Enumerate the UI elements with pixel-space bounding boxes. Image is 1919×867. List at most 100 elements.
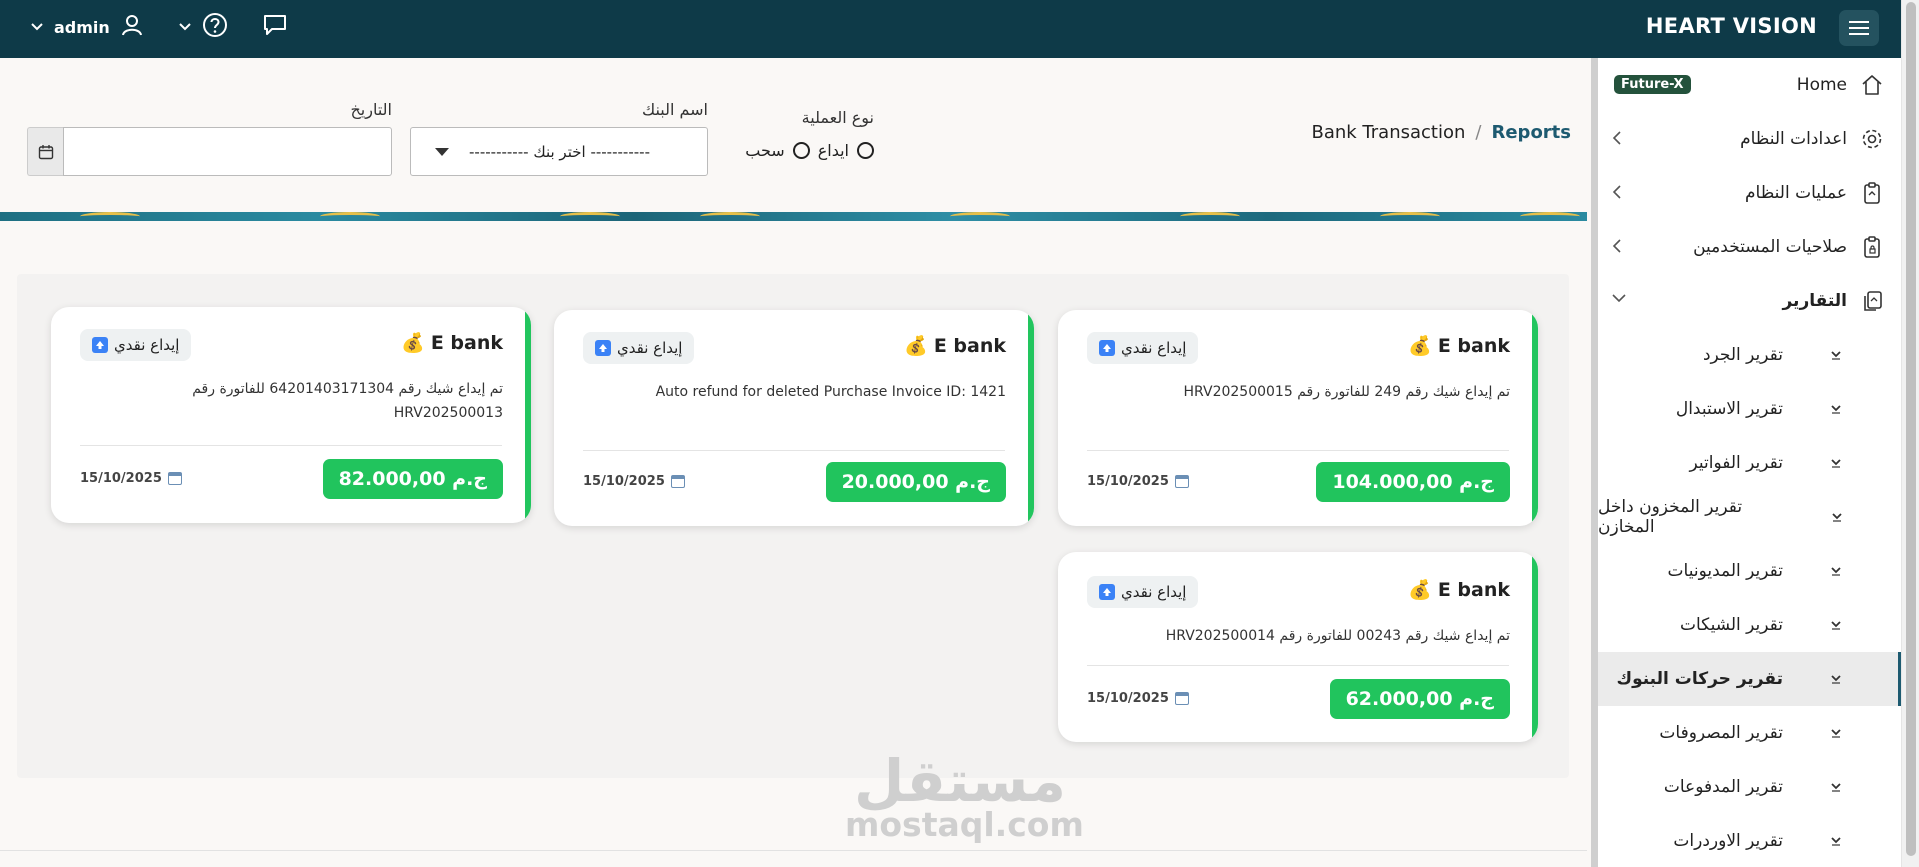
sidebar-item-label: Home (1796, 75, 1847, 95)
sidebar-item-user-permissions[interactable]: صلاحيات المستخدمين (1598, 220, 1901, 274)
sidebar-item-label: تقرير المصروفات (1659, 723, 1783, 743)
transaction-amount: 82.000,00 ج.م (322, 459, 503, 499)
copy-documents-icon (1859, 288, 1885, 314)
chevron-left-icon (1610, 183, 1624, 205)
date-filter (27, 127, 392, 176)
withdraw-radio[interactable] (792, 141, 810, 159)
sidebar-item-payments-report[interactable]: تقرير المدفوعات (1598, 760, 1901, 814)
hamburger-icon (1849, 21, 1869, 35)
sidebar-item-reports[interactable]: التقارير (1598, 274, 1901, 328)
transaction-description: Auto refund for deleted Purchase Invoice… (655, 384, 1006, 400)
chevron-down-icon (1827, 774, 1845, 800)
card-accent-bar (1028, 310, 1034, 526)
menu-toggle-button[interactable] (1839, 10, 1879, 46)
bank-select[interactable]: ----------- اختر بنك ----------- (410, 127, 708, 176)
calendar-button[interactable] (27, 127, 63, 176)
sidebar-item-home[interactable]: Future-X Home (1598, 58, 1901, 112)
bank-name: 💰 E bank (1408, 334, 1510, 358)
card-divider (1087, 450, 1509, 451)
sidebar-item-label: عمليات النظام (1745, 183, 1847, 203)
sidebar-item-debts-report[interactable]: تقرير المديونيات (1598, 544, 1901, 598)
deposit-label: ايداع (817, 140, 849, 160)
chevron-left-icon (1610, 237, 1624, 259)
transaction-type-tag: إيداع نقدي (1087, 576, 1199, 608)
transaction-date: 15/10/2025 (1087, 474, 1189, 489)
transaction-card[interactable]: إيداع نقدي 💰 E bank تم إيداع شيك رقم 002… (1058, 552, 1538, 742)
transaction-card[interactable]: إيداع نقدي 💰 E bank Auto refund for dele… (554, 310, 1034, 526)
user-name[interactable]: admin (54, 18, 110, 37)
calendar-icon (1174, 692, 1189, 705)
decorative-banner (0, 212, 1587, 221)
sidebar-item-label: تقرير المديونيات (1667, 561, 1783, 581)
calendar-icon (167, 472, 182, 485)
deposit-arrow-icon (595, 340, 611, 356)
calendar-icon (670, 475, 685, 488)
page-scrollbar[interactable] (1901, 0, 1919, 867)
deposit-arrow-icon (1099, 584, 1115, 600)
operation-type-label: نوع العملية (801, 108, 874, 127)
withdraw-label: سحب (745, 140, 785, 160)
brand-title: HEART VISION (1645, 14, 1817, 38)
bank-name: 💰 E bank (401, 331, 503, 355)
sidebar-item-expenses-report[interactable]: تقرير المصروفات (1598, 706, 1901, 760)
sidebar-item-orders-report[interactable]: تقرير الاوردرات (1598, 814, 1901, 867)
money-bag-icon: 💰 (1408, 335, 1432, 357)
sidebar-item-label: التقارير (1782, 291, 1847, 311)
bank-name: 💰 E bank (904, 334, 1006, 358)
chevron-down-icon (1829, 504, 1845, 530)
sidebar-item-label: صلاحيات المستخدمين (1693, 237, 1847, 257)
calendar-icon (1174, 475, 1189, 488)
sidebar-item-stock-report[interactable]: تقرير المخزون داخل المخازن (1598, 490, 1901, 544)
dropdown-arrow-icon (435, 147, 449, 156)
card-divider (1087, 665, 1509, 666)
future-x-badge: Future-X (1614, 75, 1691, 94)
user-menu-chevron-icon[interactable] (30, 18, 44, 37)
date-label: التاريخ (350, 100, 392, 119)
transaction-type-tag: إيداع نقدي (1087, 332, 1199, 364)
scrollbar-thumb[interactable] (1906, 2, 1916, 856)
sidebar-item-system-settings[interactable]: اعدادات النظام (1598, 112, 1901, 166)
transaction-date: 15/10/2025 (1087, 691, 1189, 706)
transaction-card[interactable]: إيداع نقدي 💰 E bank تم إيداع شيك رقم 249… (1058, 310, 1538, 526)
transaction-date: 15/10/2025 (80, 471, 182, 486)
transaction-amount: 20.000,00 ج.م (825, 462, 1006, 502)
user-icon[interactable] (120, 13, 144, 41)
date-text: 15/10/2025 (583, 474, 665, 489)
chevron-down-icon (1827, 450, 1845, 476)
chevron-down-icon (1827, 558, 1845, 584)
watermark-arabic: مستقل (853, 747, 1067, 815)
chat-icon[interactable] (262, 13, 288, 41)
calendar-icon (38, 144, 53, 159)
sidebar-item-system-operations[interactable]: عمليات النظام (1598, 166, 1901, 220)
card-divider (583, 450, 1005, 451)
date-text: 15/10/2025 (1087, 474, 1169, 489)
breadcrumb-current: Bank Transaction (1311, 122, 1466, 143)
help-menu-chevron-icon[interactable] (178, 18, 192, 37)
clipboard-icon (1859, 180, 1885, 206)
sidebar-item-label: تقرير الاوردرات (1673, 831, 1783, 851)
watermark-latin: mostaql.com (845, 805, 1084, 844)
bank-name-label: E bank (933, 334, 1006, 357)
bank-name-label: E bank (1437, 578, 1510, 601)
sidebar-item-label: تقرير الجرد (1702, 345, 1783, 365)
deposit-radio[interactable] (857, 141, 874, 159)
sidebar: Future-X Home اعدادات النظام عمليات النظ… (1591, 58, 1901, 867)
breadcrumb: Bank Transaction / Reports (1312, 122, 1572, 143)
date-input[interactable] (63, 127, 392, 176)
sidebar-item-cheques-report[interactable]: تقرير الشيكات (1598, 598, 1901, 652)
breadcrumb-reports-link[interactable]: Reports (1491, 122, 1571, 143)
sidebar-item-invoices-report[interactable]: تقرير الفواتير (1598, 436, 1901, 490)
sidebar-item-replacement-report[interactable]: تقرير الاستبدال (1598, 382, 1901, 436)
transaction-type-tag: إيداع نقدي (80, 329, 192, 361)
bank-name: 💰 E bank (1408, 578, 1510, 602)
chevron-down-icon (1827, 720, 1845, 746)
transaction-card[interactable]: إيداع نقدي 💰 E bank تم إيداع شيك رقم 642… (51, 307, 531, 523)
sidebar-item-inventory-report[interactable]: تقرير الجرد (1598, 328, 1901, 382)
sidebar-item-bank-transactions-report[interactable]: تقرير حركات البنوك (1598, 652, 1901, 706)
date-text: 15/10/2025 (80, 471, 162, 486)
bank-select-value: ----------- اختر بنك ----------- (469, 142, 650, 161)
chevron-down-icon (1610, 290, 1628, 309)
help-icon[interactable] (202, 12, 228, 42)
date-text: 15/10/2025 (1087, 691, 1169, 706)
card-accent-bar (1532, 310, 1538, 526)
